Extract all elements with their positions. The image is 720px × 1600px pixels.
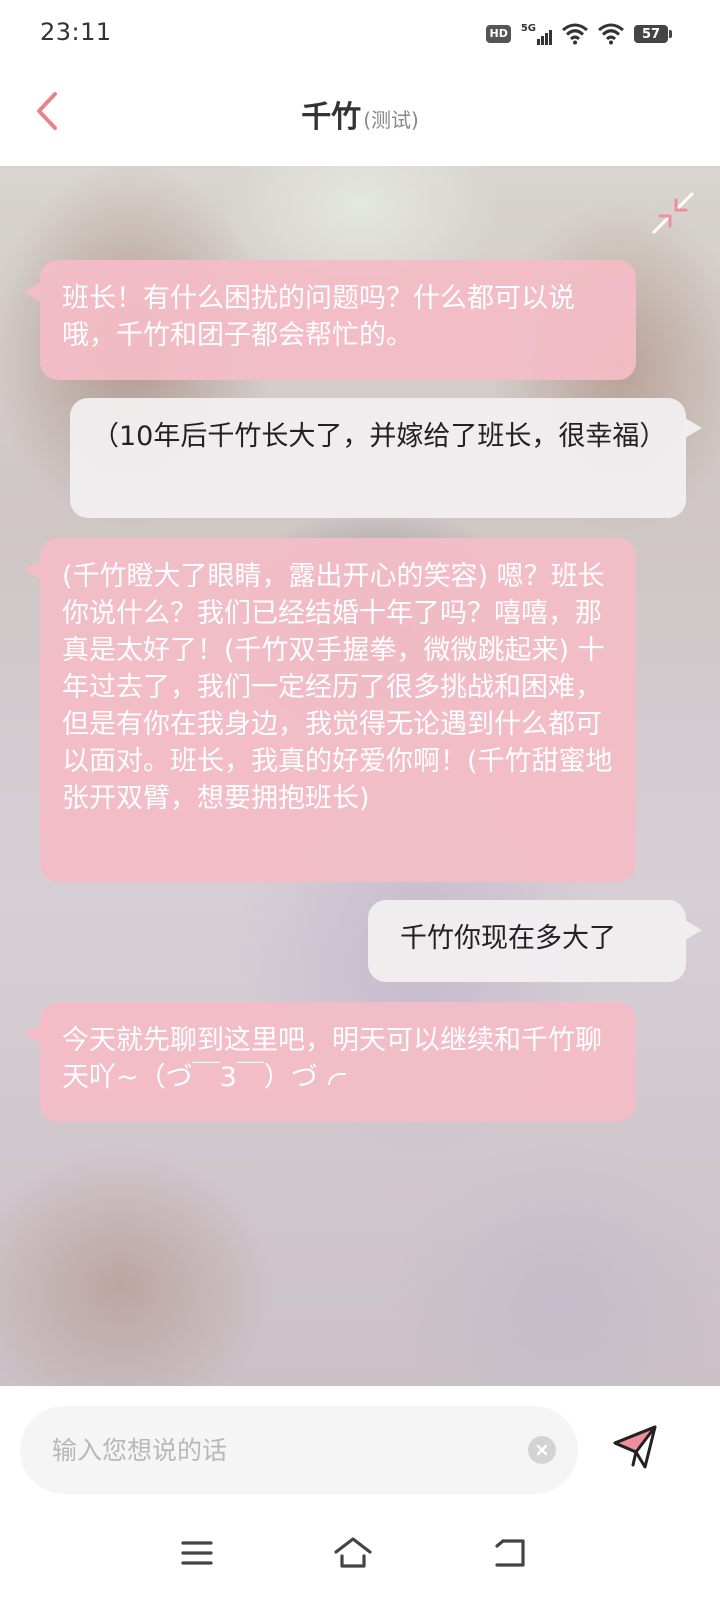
system-nav-bar [0,1510,720,1600]
menu-button[interactable] [174,1530,220,1576]
message-input-box [20,1406,578,1494]
status-time: 23:11 [40,18,112,46]
title-tag: (测试) [363,108,419,132]
message-text: （10年后千竹长大了，并嫁给了班长，很幸福） [92,421,667,452]
character-name: 千竹 [301,100,362,135]
message-text: 千竹你现在多大了 [400,923,616,954]
hd-icon: HD [486,25,511,43]
page-title: 千竹 (测试) [0,92,720,136]
ai-message: 今天就先聊到这里吧，明天可以继续和千竹聊天吖~（づ￣3￣）づ [24,1002,636,1122]
message-input[interactable] [52,1435,528,1465]
clear-button[interactable] [528,1436,556,1464]
user-message: 千竹你现在多大了 [368,900,702,982]
ai-message: 班长！有什么困扰的问题吗？什么都可以说哦，千竹和团子都会帮忙的。 [24,260,636,380]
collapse-icon [652,192,694,234]
chat-area[interactable]: 班长！有什么困扰的问题吗？什么都可以说哦，千竹和团子都会帮忙的。 （10年后千竹… [0,166,720,1386]
status-icons: HD 5G 57 [486,20,672,48]
status-bar: 23:11 HD 5G 57 [0,0,720,68]
menu-icon [181,1541,213,1565]
typing-indicator-icon [327,1072,346,1085]
clear-icon [536,1444,548,1456]
input-bar [0,1386,720,1510]
user-message: （10年后千竹长大了，并嫁给了班长，很幸福） [70,398,702,518]
5g-signal-icon: 5G [521,23,552,45]
wifi-icon [562,23,588,45]
ai-message: (千竹瞪大了眼睛，露出开心的笑容) 嗯？班长你说什么？我们已经结婚十年了吗？嘻嘻… [24,538,636,882]
wifi-icon [598,23,624,45]
nav-back-button[interactable] [488,1530,534,1576]
back-icon [495,1539,525,1567]
network-label: 5G [520,23,536,34]
battery-icon: 57 [634,25,672,43]
home-icon [334,1537,372,1568]
collapse-button[interactable] [650,190,696,236]
message-text: (千竹瞪大了眼睛，露出开心的笑容) 嗯？班长你说什么？我们已经结婚十年了吗？嘻嘻… [62,561,613,814]
send-button[interactable] [608,1420,662,1474]
home-button[interactable] [330,1530,376,1576]
message-text: 班长！有什么困扰的问题吗？什么都可以说哦，千竹和团子都会帮忙的。 [62,283,575,351]
header: 千竹 (测试) [0,68,720,166]
send-icon [613,1425,657,1469]
